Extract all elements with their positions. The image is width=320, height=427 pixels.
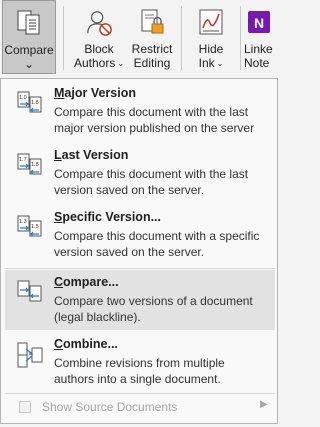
restrict-editing-icon	[138, 6, 166, 38]
menu-item-title: Compare...	[54, 275, 119, 289]
restrict-editing-label-1: Restrict	[131, 42, 173, 56]
last-version-icon: 1.7 1.8	[17, 153, 42, 175]
svg-text:1.3: 1.3	[19, 219, 27, 225]
ribbon-divider	[181, 6, 182, 70]
compare-ribbon-button[interactable]: Compare ⌄	[2, 0, 56, 74]
hide-ink-label-2: Ink	[198, 56, 215, 70]
chevron-down-icon: ⌄	[23, 57, 35, 71]
ribbon-divider	[63, 6, 64, 70]
compare-label: Compare	[4, 43, 54, 57]
show-source-documents-item[interactable]: Show Source Documents ▶	[5, 394, 275, 420]
menu-item-description: Compare two versions of a document (lega…	[54, 294, 253, 324]
menu-item-title: Specific Version...	[54, 210, 161, 224]
compare-icon	[17, 280, 42, 302]
svg-text:1.5: 1.5	[31, 224, 39, 230]
restrict-editing-button[interactable]: Restrict Editing	[128, 0, 176, 74]
ribbon: Compare ⌄ Block Authors ⌄ Restrict Editi…	[0, 0, 280, 78]
combine-icon	[17, 342, 43, 368]
menu-item-title: Major Version	[54, 86, 136, 100]
menu-item-specific-version[interactable]: 1.3 1.5 Specific Version... Compare this…	[5, 205, 275, 265]
svg-text:N: N	[254, 15, 264, 31]
svg-text:1.7: 1.7	[19, 157, 27, 163]
block-authors-button[interactable]: Block Authors ⌄	[70, 0, 128, 74]
menu-item-description: Combine revisions from multiple authors …	[54, 356, 225, 386]
show-source-documents-label: Show Source Documents	[42, 400, 178, 414]
show-source-documents-icon	[19, 401, 31, 413]
menu-item-title: Last Version	[54, 148, 129, 162]
linked-notes-label-1: Linke	[244, 42, 273, 56]
svg-text:1.0: 1.0	[19, 95, 27, 101]
compare-dropdown-menu: 1.0 1.8 Major Version Compare this docum…	[0, 78, 278, 424]
menu-item-compare[interactable]: Compare... Compare two versions of a doc…	[5, 270, 275, 330]
compare-document-icon	[15, 7, 43, 39]
menu-item-title: Combine...	[54, 337, 118, 351]
onenote-icon: N	[244, 6, 272, 38]
hide-ink-label-1: Hide	[198, 42, 224, 56]
menu-item-description: Compare this document with the last vers…	[54, 167, 249, 197]
menu-divider	[5, 268, 275, 269]
menu-item-combine[interactable]: Combine... Combine revisions from multip…	[5, 332, 275, 392]
menu-item-description: Compare this document with a specific ve…	[54, 229, 260, 259]
hide-ink-icon	[197, 6, 225, 38]
restrict-editing-label-2: Editing	[133, 56, 171, 70]
block-authors-icon	[85, 6, 113, 38]
ribbon-divider	[240, 6, 241, 70]
linked-notes-button[interactable]: N Linke Note	[244, 0, 284, 74]
block-authors-label-1: Block	[84, 42, 114, 56]
submenu-arrow-icon: ▶	[260, 399, 268, 410]
linked-notes-label-2: Note	[244, 56, 270, 70]
chevron-down-icon: ⌄	[117, 59, 125, 68]
block-authors-label-2: Authors	[73, 56, 116, 70]
menu-item-description: Compare this document with the last majo…	[54, 105, 255, 135]
hide-ink-button[interactable]: Hide Ink ⌄	[186, 0, 236, 74]
svg-text:1.8: 1.8	[31, 100, 39, 106]
specific-version-icon: 1.3 1.5	[17, 215, 42, 237]
menu-item-major-version[interactable]: 1.0 1.8 Major Version Compare this docum…	[5, 81, 275, 141]
major-version-icon: 1.0 1.8	[17, 91, 42, 113]
svg-text:1.8: 1.8	[31, 162, 39, 168]
chevron-down-icon: ⌄	[216, 59, 224, 68]
menu-item-last-version[interactable]: 1.7 1.8 Last Version Compare this docume…	[5, 143, 275, 203]
